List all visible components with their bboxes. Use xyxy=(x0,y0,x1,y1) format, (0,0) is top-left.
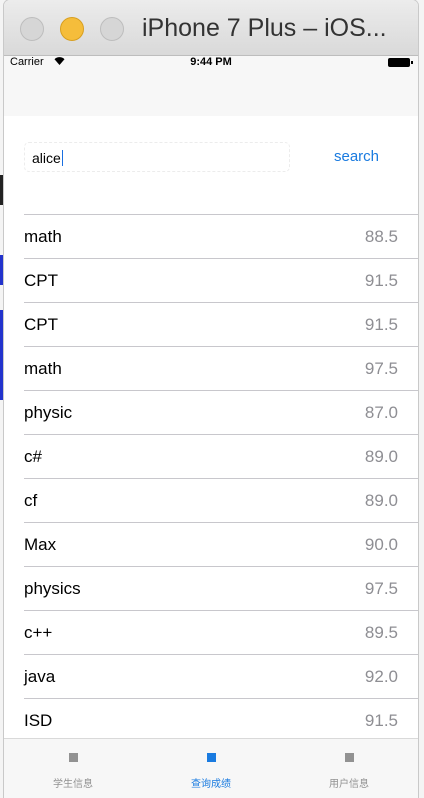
tab-square-icon xyxy=(69,753,78,762)
search-input-value[interactable]: alice xyxy=(32,150,63,166)
subject-label: ISD xyxy=(24,711,53,730)
search-input[interactable]: alice xyxy=(24,142,290,172)
score-value: 91.5 xyxy=(364,271,398,290)
subject-label: Max xyxy=(24,535,57,554)
window-title: iPhone 7 Plus – iOS... xyxy=(142,14,387,42)
score-value: 88.5 xyxy=(364,227,398,246)
score-value: 89.0 xyxy=(364,491,398,510)
subject-label: math xyxy=(24,359,62,378)
navigation-bar xyxy=(4,70,418,116)
window-title-bar: iPhone 7 Plus – iOS... xyxy=(4,0,418,56)
table-row[interactable]: cf 89.0 xyxy=(4,478,418,522)
search-button[interactable]: search xyxy=(334,148,379,165)
subject-label: cf xyxy=(24,491,38,510)
table-row[interactable]: CPT 91.5 xyxy=(4,302,418,346)
battery-icon xyxy=(388,58,413,67)
subject-label: c# xyxy=(24,447,42,466)
tab-bar: 学生信息 查询成绩 用户信息 xyxy=(4,738,418,798)
window-close-button[interactable] xyxy=(20,17,44,41)
table-row[interactable]: ISD 91.5 xyxy=(4,698,418,738)
tab-square-icon xyxy=(207,753,216,762)
text-cursor xyxy=(61,150,63,166)
status-time: 9:44 PM xyxy=(190,56,232,68)
tab-square-icon xyxy=(345,753,354,762)
score-value: 91.5 xyxy=(364,315,398,334)
score-value: 87.0 xyxy=(364,403,398,422)
table-row[interactable]: physics 97.5 xyxy=(4,566,418,610)
score-value: 97.5 xyxy=(364,579,398,598)
score-value: 92.0 xyxy=(364,667,398,686)
tab-user-info[interactable]: 用户信息 xyxy=(280,739,418,798)
window-zoom-button[interactable] xyxy=(100,17,124,41)
simulator-window: iPhone 7 Plus – iOS... Carrier 9:44 PM a… xyxy=(4,0,418,798)
table-row[interactable]: c++ 89.5 xyxy=(4,610,418,654)
subject-label: physics xyxy=(24,579,81,598)
tab-student-info[interactable]: 学生信息 xyxy=(4,739,142,798)
score-value: 90.0 xyxy=(364,535,398,554)
table-row[interactable]: c# 89.0 xyxy=(4,434,418,478)
window-minimize-button[interactable] xyxy=(60,17,84,41)
subject-label: CPT xyxy=(24,315,58,334)
score-value: 97.5 xyxy=(364,359,398,378)
table-row[interactable]: physic 87.0 xyxy=(4,390,418,434)
score-table[interactable]: math 88.5 CPT 91.5 CPT 91.5 math 97.5 physic 87.0… xyxy=(4,214,418,738)
table-row[interactable]: math 97.5 xyxy=(4,346,418,390)
subject-label: c++ xyxy=(24,623,53,642)
table-row[interactable]: java 92.0 xyxy=(4,654,418,698)
subject-label: math xyxy=(24,227,62,246)
subject-label: java xyxy=(24,667,56,686)
score-value: 89.0 xyxy=(364,447,398,466)
subject-label: physic xyxy=(24,403,73,422)
tab-label: 学生信息 xyxy=(53,779,93,790)
tab-label: 查询成绩 xyxy=(191,779,231,790)
score-value: 91.5 xyxy=(364,711,398,730)
search-area: alice search xyxy=(4,116,418,214)
table-row[interactable]: Max 90.0 xyxy=(4,522,418,566)
tab-query-scores[interactable]: 查询成绩 xyxy=(142,739,280,798)
subject-label: CPT xyxy=(24,271,58,290)
tab-label: 用户信息 xyxy=(329,779,369,790)
ios-status-bar: Carrier 9:44 PM xyxy=(4,56,418,70)
table-row[interactable]: math 88.5 xyxy=(4,214,418,258)
score-value: 89.5 xyxy=(364,623,398,642)
table-row[interactable]: CPT 91.5 xyxy=(4,258,418,302)
